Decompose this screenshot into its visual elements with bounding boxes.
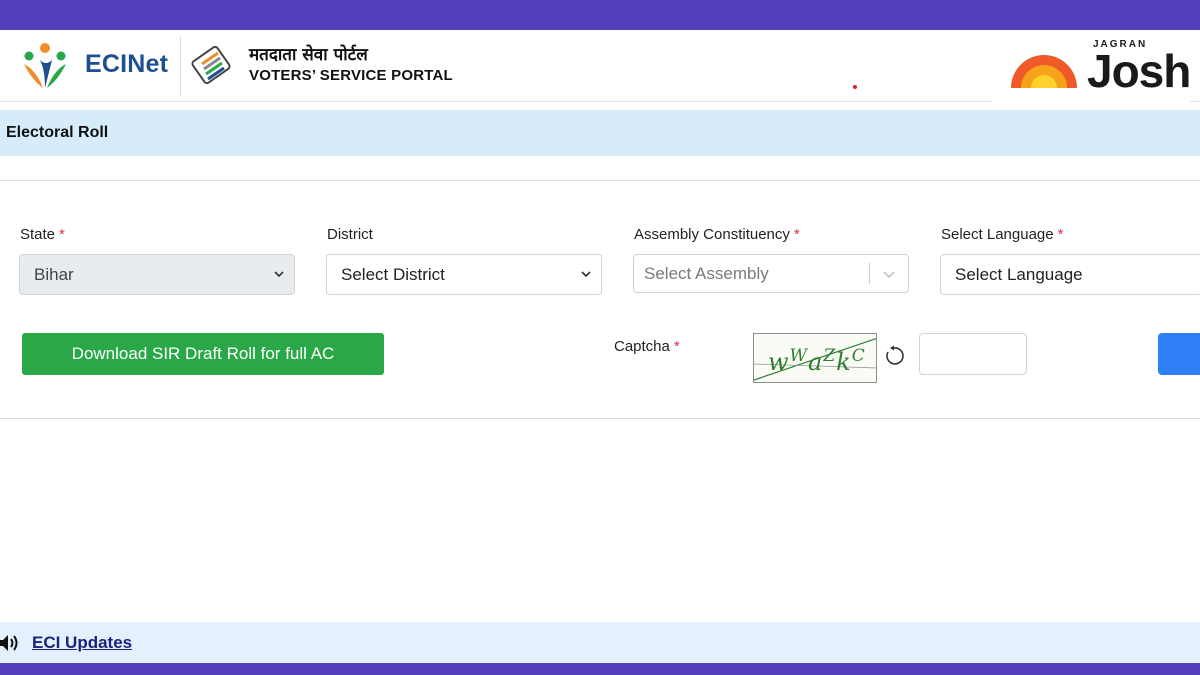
chevron-down-icon	[581, 271, 591, 278]
brand-name: ECINet	[85, 50, 169, 78]
updates-bar: ECI Updates	[0, 622, 1200, 663]
captcha-label: Captcha *	[614, 338, 680, 355]
chevron-down-icon	[274, 271, 284, 278]
section-bar: Electoral Roll	[0, 110, 1200, 156]
divider	[0, 180, 1200, 181]
language-select[interactable]: Select Language	[940, 254, 1200, 295]
top-bar	[0, 0, 1200, 30]
eci-updates-link[interactable]: ECI Updates	[32, 633, 132, 653]
captcha-image: wWaZkC	[753, 333, 877, 383]
district-select[interactable]: Select District	[326, 254, 602, 295]
required-mark: *	[1057, 226, 1064, 243]
captcha-text: wWaZkC	[768, 346, 866, 376]
select-separator	[869, 263, 870, 284]
assembly-select[interactable]: Select Assembly	[633, 254, 909, 293]
state-label: State *	[20, 226, 65, 243]
captcha-graphic: wWaZkC	[754, 338, 876, 381]
page: ECINet मतदाता सेवा पोर्टल VOTERS’ SERVIC…	[0, 0, 1200, 675]
refresh-icon[interactable]	[883, 345, 905, 367]
assembly-label-text: Assembly Constituency	[634, 226, 790, 243]
watermark-logo: JAGRAN Josh	[993, 32, 1191, 102]
language-label: Select Language *	[941, 226, 1063, 243]
required-mark: *	[59, 226, 65, 243]
search-button[interactable]	[1158, 333, 1200, 375]
portal-title-hindi: मतदाता सेवा पोर्टल	[249, 45, 368, 65]
required-mark: *	[673, 338, 680, 355]
language-label-text: Select Language	[941, 226, 1054, 243]
captcha-label-text: Captcha	[614, 338, 670, 355]
bottom-bar	[0, 663, 1200, 675]
header-divider	[180, 36, 181, 96]
red-dot	[853, 85, 857, 89]
assembly-label: Assembly Constituency *	[634, 226, 800, 243]
section-title: Electoral Roll	[6, 124, 109, 141]
state-select-value: Bihar	[34, 264, 74, 284]
district-label: District	[327, 226, 373, 243]
state-select[interactable]: Bihar	[19, 254, 295, 295]
evm-logo-icon	[191, 45, 231, 85]
required-mark: *	[793, 226, 800, 243]
download-draft-roll-button[interactable]: Download SIR Draft Roll for full AC	[22, 333, 384, 375]
chevron-down-icon	[883, 271, 895, 278]
district-label-text: District	[327, 226, 373, 243]
speaker-icon	[0, 635, 18, 651]
watermark-big-text: Josh	[1087, 45, 1191, 97]
assembly-select-placeholder: Select Assembly	[644, 263, 769, 283]
sun-logo-icon	[1011, 55, 1077, 88]
portal-title-english: VOTERS’ SERVICE PORTAL	[249, 67, 453, 84]
state-label-text: State	[20, 226, 56, 243]
district-select-value: Select District	[341, 264, 445, 284]
divider	[0, 418, 1200, 419]
eci-logo-icon[interactable]	[18, 40, 72, 92]
language-select-value: Select Language	[955, 264, 1083, 284]
captcha-input[interactable]	[919, 333, 1027, 375]
